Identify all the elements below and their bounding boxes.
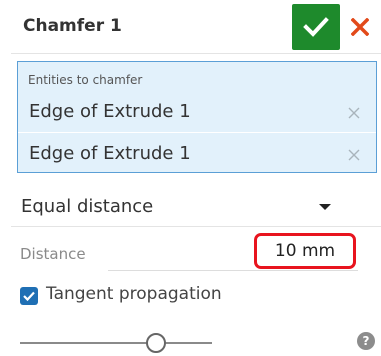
distance-field-underline — [108, 270, 358, 271]
distance-input[interactable]: 10 mm — [254, 233, 356, 269]
entities-selection-box[interactable]: Entities to chamfer Edge of Extrude 1 Ed… — [17, 61, 377, 173]
slider-thumb[interactable] — [146, 333, 166, 353]
panel-edge — [0, 0, 11, 356]
dialog-header: Chamfer 1 — [11, 0, 381, 54]
tangent-propagation-checkbox[interactable] — [20, 287, 38, 305]
entity-label: Edge of Extrude 1 — [29, 143, 191, 164]
entity-item[interactable]: Edge of Extrude 1 — [18, 139, 376, 175]
caret-down-icon — [319, 204, 331, 210]
accept-button[interactable] — [292, 4, 340, 50]
distance-label: Distance — [20, 245, 86, 263]
chamfer-dialog: Chamfer 1 Entities to chamfer Edge of Ex… — [0, 0, 381, 356]
close-icon — [351, 18, 369, 36]
slider-track[interactable] — [20, 342, 212, 344]
dialog-title: Chamfer 1 — [23, 16, 122, 36]
cancel-button[interactable] — [345, 10, 375, 44]
tangent-propagation-label: Tangent propagation — [46, 284, 222, 304]
remove-x-icon[interactable] — [344, 103, 364, 123]
entities-label: Entities to chamfer — [28, 73, 143, 87]
checkmark-icon — [303, 17, 329, 37]
divider — [11, 226, 381, 227]
help-icon[interactable]: ? — [357, 332, 375, 350]
chamfer-type-dropdown[interactable]: Equal distance — [17, 186, 342, 226]
checkmark-icon — [23, 291, 35, 302]
remove-x-icon[interactable] — [344, 145, 364, 165]
chamfer-type-value: Equal distance — [21, 196, 154, 217]
entity-item[interactable]: Edge of Extrude 1 — [18, 97, 376, 133]
entity-label: Edge of Extrude 1 — [29, 101, 191, 122]
